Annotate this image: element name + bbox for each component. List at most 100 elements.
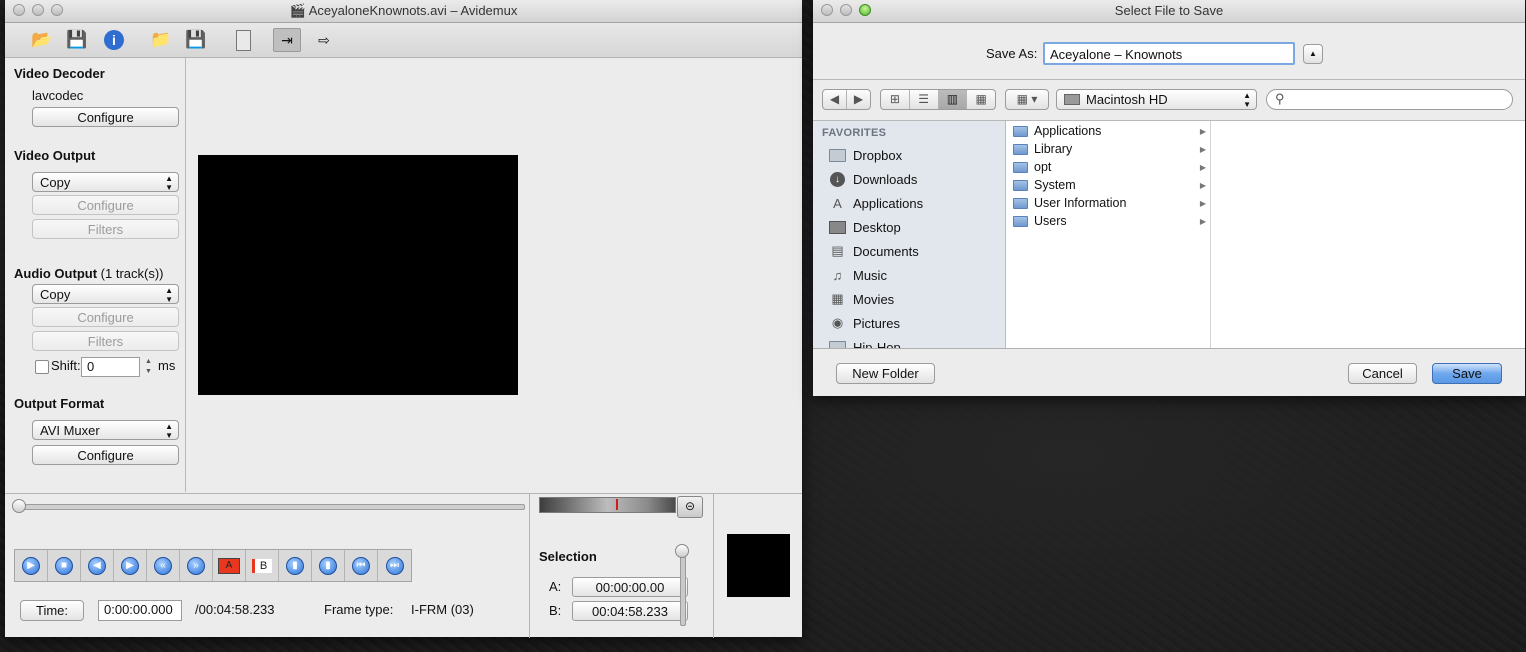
- sidebar-item-dropbox[interactable]: Dropbox: [829, 144, 902, 166]
- set-marker-b-button[interactable]: B: [246, 550, 279, 581]
- time-input[interactable]: 0:00:00.000: [98, 600, 182, 621]
- forward-button[interactable]: ▶: [847, 90, 870, 109]
- save-as-label: Save As:: [986, 46, 1038, 61]
- list-view-button[interactable]: ☰: [910, 90, 939, 109]
- location-select[interactable]: Macintosh HD ▲ ▼: [1056, 89, 1257, 110]
- folder-item-applications[interactable]: Applications ▶: [1013, 122, 1208, 140]
- stop-button[interactable]: ■: [48, 550, 81, 581]
- close-window-button[interactable]: [13, 4, 25, 16]
- folder-item-library[interactable]: Library ▶: [1013, 140, 1208, 158]
- desktop-icon: [829, 220, 846, 235]
- format-configure-button[interactable]: Configure: [32, 445, 179, 465]
- video-configure-button[interactable]: Configure: [32, 195, 179, 215]
- disclosure-arrow-icon: ▶: [1199, 126, 1206, 136]
- prev-keyframe-button[interactable]: «: [147, 550, 180, 581]
- documents-icon: ▤: [831, 243, 844, 258]
- output-format-value: AVI Muxer: [40, 423, 100, 438]
- timeline-knob[interactable]: [12, 499, 26, 513]
- volume-slider[interactable]: [680, 549, 686, 626]
- back-icon: ◀: [829, 92, 840, 106]
- audio-output-select[interactable]: Copy ▲ ▼: [32, 284, 179, 304]
- play-button[interactable]: ▶: [15, 550, 48, 581]
- folder-item-user-information[interactable]: User Information ▶: [1013, 194, 1208, 212]
- zoom-window-button[interactable]: [51, 4, 63, 16]
- decoder-configure-button[interactable]: Configure: [32, 107, 179, 127]
- shift-stepper[interactable]: ▲ ▼: [145, 357, 155, 377]
- disclosure-arrow-icon: ▶: [1199, 180, 1206, 190]
- sidebar-item-applications[interactable]: A Applications: [829, 192, 923, 214]
- save-as-row: Save As: Aceyalone – Knownots ▲: [813, 22, 1525, 80]
- folder-item-system[interactable]: System ▶: [1013, 176, 1208, 194]
- goto-last-button[interactable]: ⏭: [378, 550, 411, 581]
- next-frame-button[interactable]: ▶: [114, 550, 147, 581]
- output-format-select[interactable]: AVI Muxer ▲ ▼: [32, 420, 179, 440]
- folder-item-opt[interactable]: opt ▶: [1013, 158, 1208, 176]
- prev-black-button[interactable]: ▮: [279, 550, 312, 581]
- video-decoder-heading: Video Decoder: [14, 66, 105, 81]
- shift-checkbox[interactable]: [35, 360, 49, 374]
- expand-dialog-button[interactable]: ▲: [1303, 44, 1323, 64]
- open-button[interactable]: 📂: [29, 28, 55, 52]
- timeline-slider[interactable]: [13, 504, 525, 510]
- file-column: Applications ▶ Library ▶ opt ▶ System ▶ User…: [1006, 121, 1211, 348]
- shift-input[interactable]: 0: [81, 357, 140, 377]
- audio-filters-button[interactable]: Filters: [32, 331, 179, 351]
- disclosure-arrow-icon: ▶: [1199, 198, 1206, 208]
- audio-output-title: Audio Output: [14, 266, 98, 281]
- sidebar-item-music[interactable]: ♫ Music: [829, 264, 887, 286]
- divider: [529, 494, 530, 638]
- set-marker-a-button[interactable]: A: [213, 550, 246, 581]
- selection-b-value[interactable]: 00:04:58.233: [572, 601, 688, 621]
- selection-a-value[interactable]: 00:00:00.00: [572, 577, 688, 597]
- icon-view-button[interactable]: ⊞: [881, 90, 910, 109]
- open-video-button[interactable]: 📁: [148, 28, 174, 52]
- zoom-window-button[interactable]: [859, 4, 871, 16]
- video-output-select[interactable]: Copy ▲ ▼: [32, 172, 179, 192]
- prev-frame-button[interactable]: ◀: [81, 550, 114, 581]
- save-button[interactable]: Save: [1432, 363, 1502, 384]
- folder-label: User Information: [1034, 196, 1127, 210]
- sidebar-item-documents[interactable]: ▤ Documents: [829, 240, 918, 262]
- close-window-button[interactable]: [821, 4, 833, 16]
- folder-icon: [1013, 161, 1028, 173]
- calculator-button[interactable]: [230, 28, 256, 52]
- selection-heading: Selection: [539, 549, 597, 564]
- cancel-button[interactable]: Cancel: [1348, 363, 1417, 384]
- minimize-window-button[interactable]: [32, 4, 44, 16]
- sidebar-item-downloads[interactable]: ↓ Downloads: [829, 168, 917, 190]
- minimize-window-button[interactable]: [840, 4, 852, 16]
- save-button[interactable]: 💾: [64, 28, 90, 52]
- next-keyframe-button[interactable]: »: [180, 550, 213, 581]
- coverflow-view-button[interactable]: ▦: [967, 90, 995, 109]
- search-input[interactable]: [1291, 91, 1505, 107]
- view-mode-buttons: ⊞ ☰ ▥ ▦: [880, 89, 996, 110]
- video-filters-button[interactable]: Filters: [32, 219, 179, 239]
- arrange-button[interactable]: ▦ ▾: [1005, 89, 1049, 110]
- info-button[interactable]: i: [101, 28, 127, 52]
- triangle-up-icon: ▲: [1309, 49, 1317, 58]
- column-view-button[interactable]: ▥: [938, 90, 968, 109]
- sidebar-item-movies[interactable]: ▦ Movies: [829, 288, 894, 310]
- shift-label: Shift:: [51, 358, 81, 373]
- goto-first-button[interactable]: ⏮: [345, 550, 378, 581]
- back-button[interactable]: ◀: [823, 90, 847, 109]
- time-button[interactable]: Time:: [20, 600, 84, 621]
- sidebar-item-hip-hop[interactable]: Hip-Hop: [829, 336, 901, 348]
- next-black-button[interactable]: ▮: [312, 550, 345, 581]
- search-field[interactable]: ⚲: [1266, 89, 1513, 110]
- folder-icon: [1013, 215, 1028, 227]
- dialog-footer: New Folder Cancel Save: [813, 349, 1525, 396]
- folder-item-users[interactable]: Users ▶: [1013, 212, 1208, 230]
- output-mode-button[interactable]: ⇨: [311, 28, 337, 52]
- new-folder-button[interactable]: New Folder: [836, 363, 935, 384]
- volume-knob[interactable]: [675, 544, 689, 558]
- folder-icon: [829, 148, 846, 163]
- save-video-button[interactable]: 💾: [183, 28, 209, 52]
- jog-button[interactable]: ⊝: [677, 496, 703, 518]
- dialog-titlebar: Select File to Save: [813, 0, 1525, 23]
- input-mode-button[interactable]: ⇥: [273, 28, 301, 52]
- filename-input[interactable]: Aceyalone – Knownots: [1043, 42, 1295, 65]
- sidebar-item-desktop[interactable]: Desktop: [829, 216, 901, 238]
- sidebar-item-pictures[interactable]: ◉ Pictures: [829, 312, 900, 334]
- audio-configure-button[interactable]: Configure: [32, 307, 179, 327]
